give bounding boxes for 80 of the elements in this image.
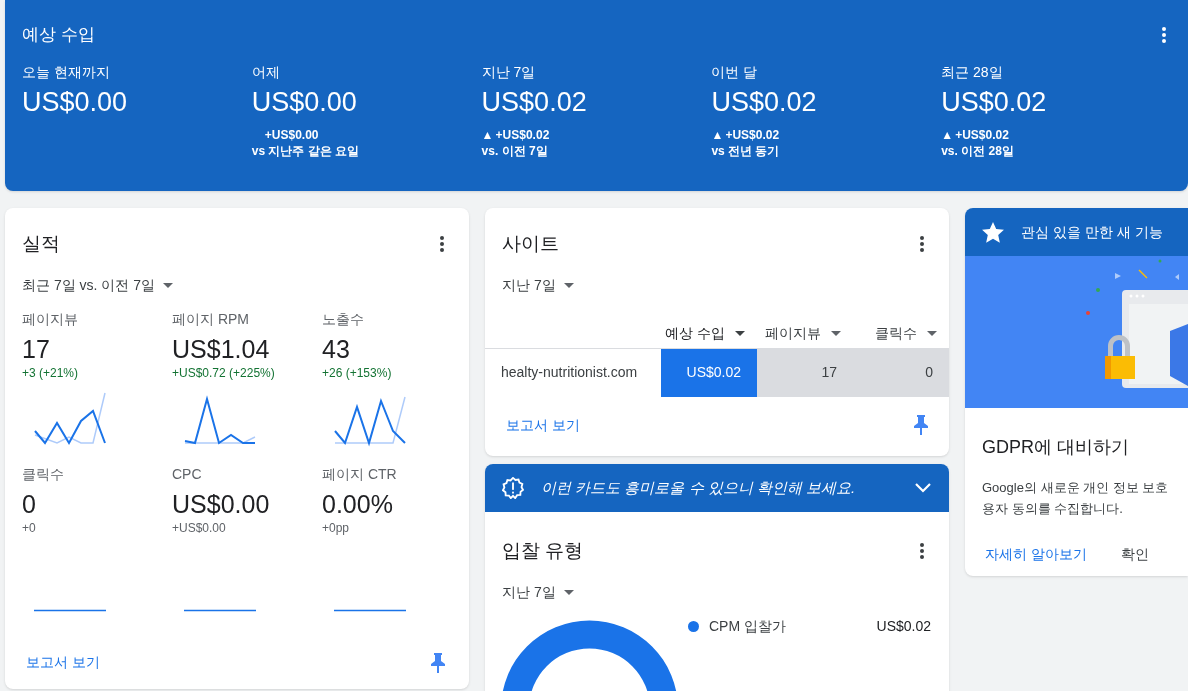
period-label: 오늘 현재까지: [22, 62, 110, 82]
card-title: 예상 수입: [22, 24, 95, 46]
caret-icon: [163, 282, 174, 288]
alert-badge-icon: [502, 477, 524, 499]
view-report-link[interactable]: 보고서 보기: [506, 414, 580, 436]
pin-icon[interactable]: [914, 415, 928, 435]
metric-label: 페이지 RPM: [172, 309, 249, 328]
period-label: 최근 28일: [941, 62, 1003, 82]
caret-icon: [563, 282, 574, 288]
up-arrow: ▲: [711, 126, 725, 143]
comparison-label: vs 지난주 같은 요일: [251, 142, 360, 159]
metric-value: US$1.04: [172, 333, 270, 365]
metric-value: US$0.00: [172, 488, 270, 520]
metric-value: 43: [322, 333, 350, 365]
metric-label: 페이지뷰: [22, 309, 78, 328]
metric-change: +0pp: [322, 519, 350, 536]
period-label: 지난 7일: [481, 62, 536, 82]
banner-text: 이런 카드도 흥미로울 수 있으니 확인해 보세요.: [541, 477, 856, 498]
caret-icon: [563, 589, 574, 595]
metric-change: +0: [22, 519, 36, 536]
legend-value: US$0.02: [876, 617, 931, 636]
learn-more-button[interactable]: 자세히 알아보기: [985, 544, 1087, 565]
earnings-value: US$0.00: [22, 85, 128, 119]
column-header[interactable]: 예상 수입: [661, 321, 757, 346]
comparison-label: vs 전년 동기: [711, 142, 780, 159]
more-options-icon[interactable]: [919, 542, 925, 561]
up-arrow: ▲: [481, 126, 495, 143]
date-range-dropdown[interactable]: 최근 7일 vs. 이전 7일: [22, 274, 174, 296]
up-arrow: ▲: [941, 126, 955, 143]
metric-value: 0.00%: [322, 488, 393, 520]
suggestion-banner[interactable]: 이런 카드도 흥미로울 수 있으니 확인해 보세요.: [485, 464, 949, 512]
feature-title: GDPR에 대비하기: [982, 436, 1129, 459]
change-value: +US$0.02: [725, 126, 780, 143]
earnings-value: US$0.02: [941, 85, 1047, 119]
metric-change: +3 (+21%): [22, 364, 79, 381]
date-range-dropdown[interactable]: 지난 7일: [502, 274, 574, 296]
more-options-icon[interactable]: [1161, 25, 1167, 44]
pin-icon[interactable]: [431, 652, 445, 673]
metric-label: 페이지 CTR: [322, 464, 397, 483]
card-title: 실적: [22, 232, 60, 256]
more-options-icon[interactable]: [919, 235, 925, 254]
period-label: 이번 달: [711, 62, 758, 82]
chevron-down-icon[interactable]: [915, 483, 931, 493]
earnings-value: US$0.02: [481, 85, 587, 119]
caret-icon: [831, 331, 841, 336]
metric-label: 클릭수: [22, 464, 64, 483]
table-cell: US$0.02: [661, 348, 757, 397]
view-report-link[interactable]: 보고서 보기: [26, 652, 100, 673]
change-value: +US$0.00: [264, 126, 319, 143]
comparison-label: vs. 이전 7일: [481, 142, 548, 159]
comparison-label: vs. 이전 28일: [941, 142, 1014, 159]
metric-value: 17: [22, 333, 50, 365]
caret-icon: [927, 331, 937, 336]
table-cell: 0: [853, 348, 949, 397]
feature-description: 용자 동의를 수집합니다.: [982, 500, 1123, 518]
confirm-button[interactable]: 확인: [1120, 544, 1149, 565]
metric-value: 0: [22, 488, 36, 520]
header-text: 관심 있을 만한 새 기능: [1021, 222, 1163, 242]
metric-change: +US$0.00: [172, 519, 226, 536]
metric-change: +US$0.72 (+225%): [172, 364, 275, 381]
feature-description: Google의 새로운 개인 정보 보호: [982, 479, 1169, 497]
card-title: 입찰 유형: [502, 539, 584, 563]
period-label: 어제: [251, 62, 280, 82]
change-value: +US$0.02: [955, 126, 1009, 143]
more-options-icon[interactable]: [439, 235, 445, 254]
table-cell: 17: [757, 348, 853, 397]
earnings-value: US$0.02: [711, 85, 817, 119]
earnings-value: US$0.00: [251, 85, 357, 119]
date-range-dropdown[interactable]: 지난 7일: [502, 581, 574, 603]
legend-label: CPM 입찰가: [709, 617, 786, 636]
column-header[interactable]: 페이지뷰: [757, 321, 853, 346]
metric-label: 노출수: [322, 309, 364, 328]
star-icon: [982, 221, 1004, 243]
site-name: healty-nutritionist.com: [500, 363, 639, 382]
column-header[interactable]: 클릭수: [853, 321, 949, 346]
metric-change: +26 (+153%): [322, 364, 392, 381]
caret-icon: [735, 331, 745, 336]
card-title: 사이트: [502, 232, 559, 256]
change-value: +US$0.02: [495, 126, 550, 143]
metric-label: CPC: [172, 464, 202, 483]
